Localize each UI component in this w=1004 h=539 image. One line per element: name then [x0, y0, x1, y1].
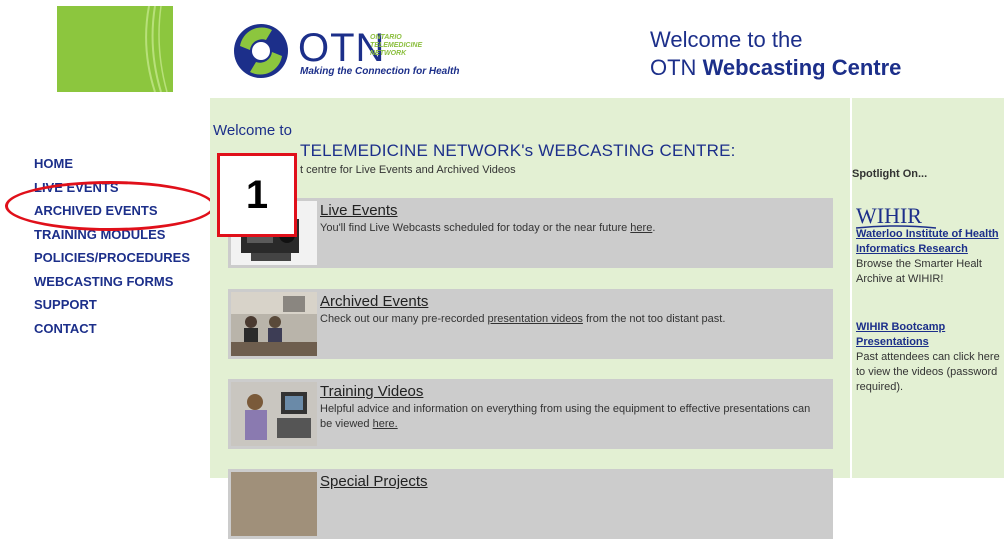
nav-item-home[interactable]: HOME	[34, 152, 214, 176]
otn-tagline: Making the Connection for Health	[300, 66, 460, 77]
training-videos-title-link[interactable]: Training Videos	[320, 383, 423, 400]
nav-item-contact[interactable]: CONTACT	[34, 317, 214, 341]
bootcamp-description: Past attendees can click here to view th…	[856, 351, 1000, 393]
description-text: Check out our many pre-recorded	[320, 313, 488, 325]
description-text: You'll find Live Webcasts scheduled for …	[320, 222, 631, 234]
special-projects-thumbnail[interactable]	[231, 472, 317, 536]
content-item-archived-events: Archived Events Check out our many pre-r…	[228, 289, 833, 359]
leaf-logo	[57, 6, 173, 92]
nav-item-support[interactable]: SUPPORT	[34, 293, 214, 317]
otn-subtitle-line: TELEMEDICINE	[370, 42, 423, 49]
bootcamp-spotlight-block: WIHIR Bootcamp Presentations Past attend…	[856, 320, 1004, 395]
special-projects-title-link[interactable]: Special Projects	[320, 473, 428, 490]
description-text: .	[652, 222, 656, 234]
welcome-prefix: OTN	[650, 55, 703, 80]
otn-subtitle: ONTARIO TELEMEDICINE NETWORK	[370, 34, 422, 58]
callout-number-box: 1	[217, 153, 297, 237]
welcome-line-2: OTN Webcasting Centre	[650, 54, 901, 82]
live-events-description: You'll find Live Webcasts scheduled for …	[320, 221, 825, 236]
training-videos-thumbnail[interactable]	[231, 382, 317, 446]
spotlight-heading: Spotlight On...	[852, 168, 928, 180]
welcome-to-label: Welcome to	[213, 122, 292, 139]
wihir-logo[interactable]: WIHIR	[856, 203, 936, 229]
training-videos-description: Helpful advice and information on everyt…	[320, 402, 825, 432]
right-sidebar-panel	[852, 98, 1004, 478]
training-here-link[interactable]: here.	[373, 418, 398, 430]
description-text: from the not too distant past.	[582, 313, 726, 325]
highlight-ellipse	[5, 181, 215, 231]
content-item-training-videos: Training Videos Helpful advice and infor…	[228, 379, 833, 449]
archived-events-description: Check out our many pre-recorded presenta…	[320, 312, 825, 327]
live-events-here-link[interactable]: here	[630, 222, 652, 234]
nav-item-webcasting-forms[interactable]: WEBCASTING FORMS	[34, 270, 214, 294]
otn-subtitle-line: NETWORK	[370, 50, 407, 57]
nav-item-policies-procedures[interactable]: POLICIES/PROCEDURES	[34, 246, 214, 270]
wihir-description: Browse the Smarter Healt Archive at WIHI…	[856, 258, 982, 285]
main-subheading: t centre for Live Events and Archived Vi…	[300, 164, 516, 176]
otn-emblem-icon	[232, 22, 290, 80]
bootcamp-link[interactable]: WIHIR Bootcamp Presentations	[856, 320, 1004, 350]
left-nav: HOME LIVE EVENTS ARCHIVED EVENTS TRAININ…	[34, 152, 214, 340]
archived-events-thumbnail[interactable]	[231, 292, 317, 356]
content-item-live-events: Live Events You'll find Live Webcasts sc…	[228, 198, 833, 268]
presentation-videos-link[interactable]: presentation videos	[488, 313, 583, 325]
wihir-spotlight-block: Waterloo Institute of Health Informatics…	[856, 227, 1004, 287]
otn-subtitle-line: ONTARIO	[370, 34, 402, 41]
archived-events-title-link[interactable]: Archived Events	[320, 293, 428, 310]
content-item-special-projects: Special Projects	[228, 469, 833, 539]
wihir-link[interactable]: Waterloo Institute of Health Informatics…	[856, 227, 1004, 257]
page-title: Welcome to the OTN Webcasting Centre	[650, 26, 901, 82]
welcome-line-1: Welcome to the	[650, 27, 803, 52]
welcome-bold: Webcasting Centre	[702, 55, 902, 80]
live-events-title-link[interactable]: Live Events	[320, 202, 398, 219]
main-heading: TELEMEDICINE NETWORK's WEBCASTING CENTRE…	[300, 141, 736, 160]
